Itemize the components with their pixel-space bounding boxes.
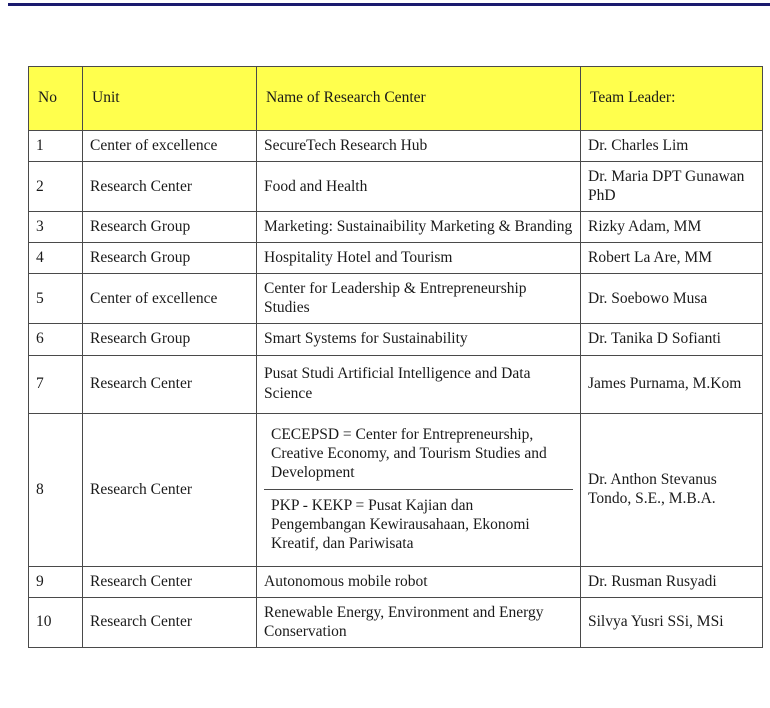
cell-leader: Robert La Are, MM	[580, 242, 763, 275]
cell-no: 4	[28, 242, 83, 275]
cell-leader: Silvya Yusri SSi, MSi	[580, 596, 763, 649]
document-page: No Unit Name of Research Center Team Lea…	[0, 0, 770, 708]
cell-unit: Research Group	[82, 211, 257, 244]
cell-unit: Research Center	[82, 565, 257, 598]
nested-row: CECEPSD = Center for Entrepreneurship, C…	[264, 418, 573, 490]
cell-leader: Dr. Anthon Stevanus Tondo, S.E., M.B.A.	[580, 412, 763, 567]
research-table-container: No Unit Name of Research Center Team Lea…	[28, 66, 770, 649]
table-row: 9 Research Center Autonomous mobile robo…	[28, 565, 763, 598]
cell-no: 10	[28, 596, 83, 649]
cell-name: Smart Systems for Sustainability	[256, 323, 581, 356]
column-header-no: No	[28, 66, 83, 131]
cell-leader: James Purnama, M.Kom	[580, 354, 763, 414]
cell-name: SecureTech Research Hub	[256, 129, 581, 163]
cell-leader: Rizky Adam, MM	[580, 211, 763, 244]
table-header: No Unit Name of Research Center Team Lea…	[28, 66, 763, 131]
table-row: 1 Center of excellence SecureTech Resear…	[28, 129, 763, 163]
column-header-leader: Team Leader:	[580, 66, 763, 131]
cell-name: Pusat Studi Artificial Intelligence and …	[256, 354, 581, 414]
table-row: 2 Research Center Food and Health Dr. Ma…	[28, 161, 763, 213]
table-row: 8 Research Center CECEPSD = Center for E…	[28, 412, 763, 567]
cell-name: Hospitality Hotel and Tourism	[256, 242, 581, 275]
cell-unit: Research Center	[82, 412, 257, 567]
table-header-row: No Unit Name of Research Center Team Lea…	[28, 66, 763, 131]
cell-no: 3	[28, 211, 83, 244]
cell-no: 8	[28, 412, 83, 567]
top-accent-rule	[8, 3, 770, 6]
cell-name: Marketing: Sustainaibility Marketing & B…	[256, 211, 581, 244]
cell-leader: Dr. Tanika D Sofianti	[580, 323, 763, 356]
cell-name-part: PKP - KEKP = Pusat Kajian dan Pengembang…	[264, 489, 573, 560]
cell-leader: Dr. Rusman Rusyadi	[580, 565, 763, 598]
cell-name: Food and Health	[256, 161, 581, 213]
table-body: 1 Center of excellence SecureTech Resear…	[28, 129, 763, 649]
cell-unit: Center of excellence	[82, 129, 257, 163]
cell-leader: Dr. Soebowo Musa	[580, 273, 763, 325]
table-row: 4 Research Group Hospitality Hotel and T…	[28, 242, 763, 275]
cell-unit: Research Group	[82, 242, 257, 275]
nested-row: PKP - KEKP = Pusat Kajian dan Pengembang…	[264, 489, 573, 560]
cell-name-part: CECEPSD = Center for Entrepreneurship, C…	[264, 418, 573, 490]
research-centers-table: No Unit Name of Research Center Team Lea…	[28, 66, 763, 649]
cell-leader: Dr. Charles Lim	[580, 129, 763, 163]
cell-no: 1	[28, 129, 83, 163]
column-header-name: Name of Research Center	[256, 66, 581, 131]
table-row: 6 Research Group Smart Systems for Susta…	[28, 323, 763, 356]
cell-name: Autonomous mobile robot	[256, 565, 581, 598]
table-row: 5 Center of excellence Center for Leader…	[28, 273, 763, 325]
cell-name: Renewable Energy, Environment and Energy…	[256, 596, 581, 649]
cell-no: 2	[28, 161, 83, 213]
cell-name: Center for Leadership & Entrepreneurship…	[256, 273, 581, 325]
cell-no: 9	[28, 565, 83, 598]
cell-no: 7	[28, 354, 83, 414]
cell-no: 5	[28, 273, 83, 325]
cell-unit: Research Center	[82, 596, 257, 649]
nested-name-table: CECEPSD = Center for Entrepreneurship, C…	[264, 418, 573, 560]
cell-unit: Research Group	[82, 323, 257, 356]
column-header-unit: Unit	[82, 66, 257, 131]
table-row: 10 Research Center Renewable Energy, Env…	[28, 596, 763, 649]
cell-name-split: CECEPSD = Center for Entrepreneurship, C…	[256, 412, 581, 567]
cell-unit: Research Center	[82, 161, 257, 213]
cell-unit: Research Center	[82, 354, 257, 414]
cell-no: 6	[28, 323, 83, 356]
table-row: 3 Research Group Marketing: Sustainaibil…	[28, 211, 763, 244]
cell-unit: Center of excellence	[82, 273, 257, 325]
cell-leader: Dr. Maria DPT Gunawan PhD	[580, 161, 763, 213]
table-row: 7 Research Center Pusat Studi Artificial…	[28, 354, 763, 414]
